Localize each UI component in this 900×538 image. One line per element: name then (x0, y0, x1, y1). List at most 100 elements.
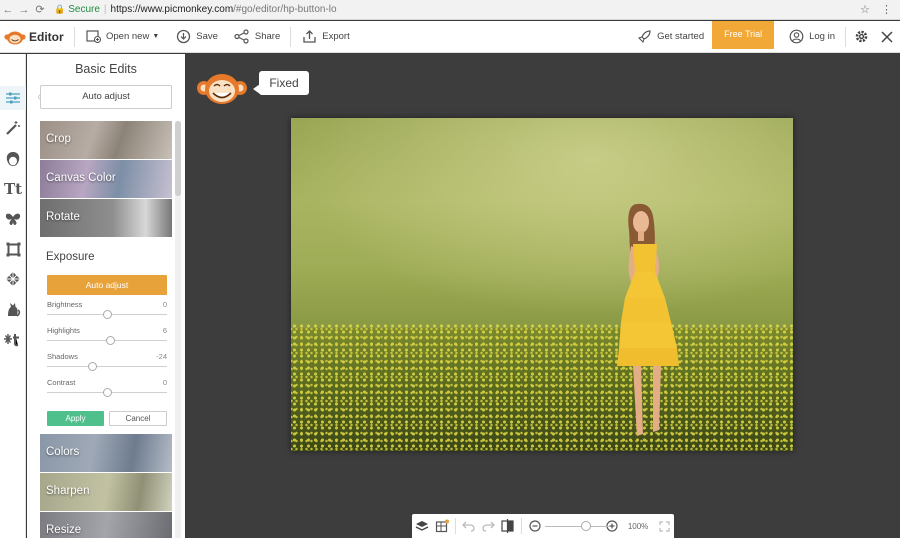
export-button[interactable]: Export (293, 21, 357, 53)
cat-silhouette-icon (8, 303, 21, 317)
export-label: Export (322, 31, 350, 42)
back-icon[interactable]: ← (0, 0, 16, 20)
snowflake-t-icon (4, 334, 19, 347)
fullscreen-button[interactable] (654, 514, 674, 538)
fixed-badge: Fixed (259, 71, 309, 95)
photo-flowers (291, 323, 793, 451)
tool-frames[interactable] (0, 237, 26, 261)
category-label: Colors (46, 446, 80, 458)
free-trial-button[interactable]: Free Trial (712, 21, 775, 49)
exposure-title: Exposure (46, 251, 95, 263)
reload-icon[interactable]: ⟳ (32, 0, 48, 20)
save-monkey-icon (175, 29, 191, 45)
chevron-down-icon: ▼ (152, 33, 160, 40)
tool-basic-edits[interactable] (0, 86, 26, 110)
panel-scrollbar-thumb[interactable] (175, 121, 181, 196)
cancel-button[interactable]: Cancel (109, 411, 167, 426)
slider-knob[interactable] (102, 310, 112, 319)
slider-knob[interactable] (88, 362, 98, 371)
open-image-icon (85, 29, 101, 45)
category-colors[interactable]: Colors (40, 434, 172, 472)
category-label: Resize (46, 524, 82, 536)
category-label: Rotate (46, 211, 80, 223)
canvas-bottom-toolbar: 100% (412, 514, 674, 538)
zoom-slider[interactable] (544, 514, 609, 538)
divider (845, 26, 846, 47)
apply-button[interactable]: Apply (47, 411, 104, 426)
slider-label: Highlights (47, 326, 80, 335)
undo-button[interactable] (458, 514, 478, 538)
photo-girl (617, 203, 679, 436)
browser-menu-icon[interactable]: ⋮ (881, 3, 892, 16)
zoom-knob[interactable] (580, 521, 591, 531)
monkey-logo-icon (4, 31, 26, 44)
slider-knob[interactable] (106, 336, 116, 345)
browser-bar: ← → ⟳ 🔒 Secure | https://www.picmonkey.c… (0, 0, 900, 20)
get-started-button[interactable]: Get started (628, 21, 712, 53)
tool-text[interactable]: Tt (0, 177, 26, 201)
tool-textures[interactable] (0, 267, 26, 291)
get-started-label: Get started (657, 31, 705, 42)
slider-knob[interactable] (102, 388, 112, 397)
zoom-out-icon (529, 520, 541, 532)
open-new-button[interactable]: Open new ▼ (77, 21, 167, 53)
auto-adjust-button[interactable]: Auto adjust (40, 85, 172, 109)
contrast-slider[interactable]: Contrast 0 (47, 378, 167, 400)
slider-label: Contrast (47, 378, 76, 387)
zoom-track[interactable] (544, 526, 609, 527)
bookmark-star-icon[interactable]: ☆ (860, 3, 870, 16)
url-separator: | (103, 4, 107, 15)
basic-edits-panel: Basic Edits Auto adjust Crop Canvas Colo… (27, 54, 185, 538)
layers-icon (415, 520, 429, 531)
share-label: Share (254, 31, 281, 42)
edited-photo[interactable] (291, 118, 793, 451)
fullscreen-icon (659, 520, 670, 532)
monkey-mascot-icon (197, 74, 247, 104)
layers-button[interactable] (412, 514, 432, 538)
category-crop[interactable]: Crop (40, 121, 172, 159)
highlights-slider[interactable]: Highlights 6 (47, 326, 167, 348)
tool-themes[interactable] (0, 327, 26, 351)
texture-diamond-icon (6, 272, 20, 286)
redo-button[interactable] (478, 514, 498, 538)
slider-track[interactable] (47, 366, 167, 367)
compare-button[interactable] (498, 514, 518, 538)
zoom-level: 100% (627, 521, 649, 531)
user-icon (788, 29, 804, 45)
close-editor-button[interactable] (874, 21, 900, 53)
divider (290, 26, 292, 47)
crop-frame-icon (435, 519, 449, 533)
category-canvas-color[interactable]: Canvas Color (40, 160, 172, 198)
save-button[interactable]: Save (167, 21, 226, 53)
log-in-button[interactable]: Log in (780, 21, 843, 53)
open-new-label: Open new (106, 31, 150, 42)
zoom-out-button[interactable] (525, 514, 545, 538)
tool-touch-up[interactable] (0, 147, 26, 171)
editor-logo[interactable]: Editor (0, 29, 72, 45)
tool-overlays[interactable] (0, 207, 26, 231)
category-label: Crop (46, 133, 71, 145)
tool-seasonal[interactable] (0, 297, 26, 321)
save-label: Save (196, 31, 218, 42)
slider-label: Brightness (47, 300, 83, 309)
address-bar[interactable]: 🔒 Secure | https://www.picmonkey.com /#g… (54, 0, 860, 20)
exposure-auto-adjust-button[interactable]: Auto adjust (47, 275, 167, 295)
tool-effects[interactable] (0, 116, 26, 140)
shadows-slider[interactable]: Shadows -24 (47, 352, 167, 374)
photo-haze (291, 118, 793, 318)
brightness-slider[interactable]: Brightness 0 (47, 300, 167, 322)
forward-icon[interactable]: → (16, 0, 32, 20)
category-rotate[interactable]: Rotate (40, 199, 172, 237)
url-host: https://www.picmonkey.com (110, 4, 234, 15)
category-resize[interactable]: Resize (40, 512, 172, 538)
slider-label: Shadows (47, 352, 78, 361)
app-name: Editor (29, 29, 64, 44)
exposure-section: Exposure Auto adjust Brightness 0 Highli… (40, 238, 172, 434)
share-button[interactable]: Share (226, 21, 288, 53)
slider-value: 0 (162, 300, 167, 309)
slider-value: 0 (162, 378, 167, 387)
settings-button[interactable] (848, 21, 874, 53)
crop-frame-button[interactable] (432, 514, 452, 538)
close-icon (881, 30, 893, 43)
category-sharpen[interactable]: Sharpen (40, 473, 172, 511)
